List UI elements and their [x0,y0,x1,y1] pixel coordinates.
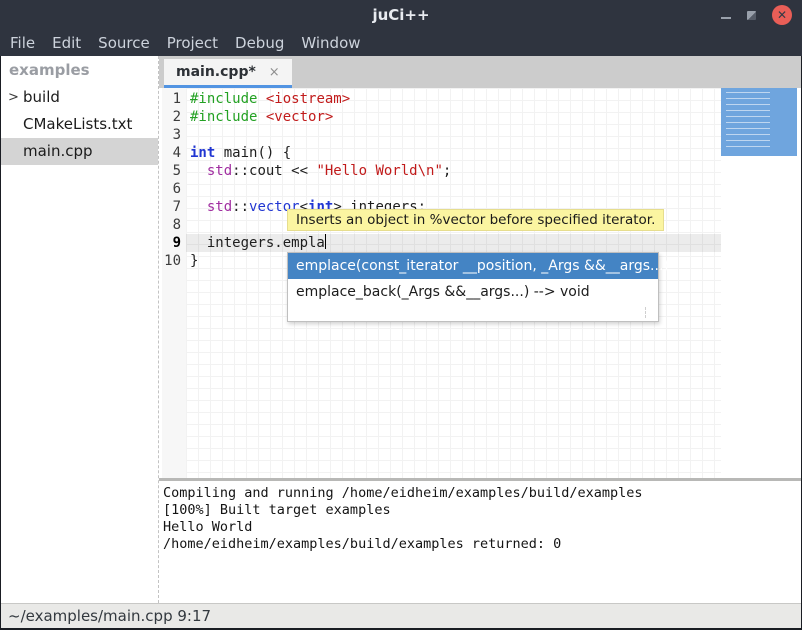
menu-file[interactable]: File [10,34,35,52]
menu-project[interactable]: Project [167,34,218,52]
token-plain [257,91,265,107]
project-root-label: examples [1,56,158,84]
token-preprocessor: #include [190,109,257,125]
titlebar[interactable]: juCi++ ✕ [0,0,802,30]
minimap-slider[interactable] [721,88,797,156]
code-line-3[interactable] [186,126,721,144]
token-plain: main() { [215,145,291,161]
terminal-line: /home/eidheim/examples/build/examples re… [163,536,801,553]
completion-item-emplace-back[interactable]: emplace_back(_Args &&__args...) --> void [288,279,658,305]
tree-item-label: CMakeLists.txt [23,115,132,133]
line-number: 10 [162,252,186,270]
terminal-line: Hello World [163,519,801,536]
tab-main-cpp[interactable]: main.cpp* × [164,59,292,88]
code-editor[interactable]: 1 2 3 4 5 6 7 8 9 10 #include <iostream>… [159,88,801,478]
line-number: 7 [162,198,186,216]
window-controls: ✕ [721,0,792,30]
line-number: 1 [162,90,186,108]
line-number-gutter: 1 2 3 4 5 6 7 8 9 10 [162,88,186,478]
token-plain: cout [249,163,283,179]
line-number-current: 9 [162,234,186,252]
token-namespace: std [207,199,232,215]
terminal-line: [100%] Built target examples [163,502,801,519]
close-icon[interactable]: ✕ [772,5,792,25]
completion-item-emplace[interactable]: emplace(const_iterator __position, _Args… [288,253,658,279]
token-keyword: int [190,145,215,161]
token-string: "Hello World\n" [316,163,442,179]
terminal-output: Compiling and running /home/eidheim/exam… [159,481,801,603]
text-cursor [325,234,326,249]
token-preprocessor: #include [190,91,257,107]
tree-item-build[interactable]: > build [1,84,158,111]
menu-source[interactable]: Source [98,34,150,52]
token-plain: << [283,163,317,179]
token-header-name: <vector> [266,109,333,125]
code-line-9-current[interactable]: integers.empla [186,234,721,252]
code-line-4[interactable]: int main() { [186,144,721,162]
minimize-icon[interactable] [721,17,731,19]
line-number: 4 [162,144,186,162]
token-namespace: std [207,163,232,179]
minimap[interactable] [721,88,801,478]
code-line-5[interactable]: std::cout << "Hello World\n"; [186,162,721,180]
tabbar: main.cpp* × [159,56,801,88]
completion-popup: emplace(const_iterator __position, _Args… [287,252,659,322]
token-plain [190,199,207,215]
code-line-1[interactable]: #include <iostream> [186,90,721,108]
token-plain: integers.empla [190,235,325,251]
terminal-line: Compiling and running /home/eidheim/exam… [163,485,801,502]
line-number: 2 [162,108,186,126]
code-line-6[interactable] [186,180,721,198]
line-number: 6 [162,180,186,198]
code-line-2[interactable]: #include <vector> [186,108,721,126]
tab-close-icon[interactable]: × [269,66,280,79]
tab-label: main.cpp* [176,64,256,80]
token-plain: } [190,253,198,269]
line-number: 8 [162,216,186,234]
statusbar: ~/examples/main.cpp 9:17 [1,603,801,628]
completion-scrollbar[interactable] [645,307,646,318]
menu-debug[interactable]: Debug [235,34,284,52]
token-plain [257,109,265,125]
line-number: 5 [162,162,186,180]
tree-item-label: main.cpp [23,142,93,160]
token-plain: :: [232,163,249,179]
line-number: 3 [162,126,186,144]
menu-edit[interactable]: Edit [52,34,81,52]
token-plain: ; [443,163,451,179]
app-window: juCi++ ✕ File Edit Source Project Debug … [0,0,802,630]
menu-window[interactable]: Window [301,34,360,52]
minimap-code-preview [726,92,770,148]
token-plain [190,163,207,179]
tree-item-cmakelists[interactable]: CMakeLists.txt [1,111,158,138]
maximize-icon[interactable] [747,11,756,20]
chevron-right-icon[interactable]: > [8,84,19,111]
doc-tooltip: Inserts an object in %vector before spec… [287,209,664,231]
tree-item-label: build [23,88,60,106]
window-title: juCi++ [372,6,429,24]
token-plain: :: [232,199,249,215]
token-header-name: <iostream> [266,91,350,107]
menubar: File Edit Source Project Debug Window [0,30,802,56]
file-tree-sidebar: examples > build CMakeLists.txt main.cpp [1,56,159,603]
tree-item-main-cpp[interactable]: main.cpp [1,138,158,165]
